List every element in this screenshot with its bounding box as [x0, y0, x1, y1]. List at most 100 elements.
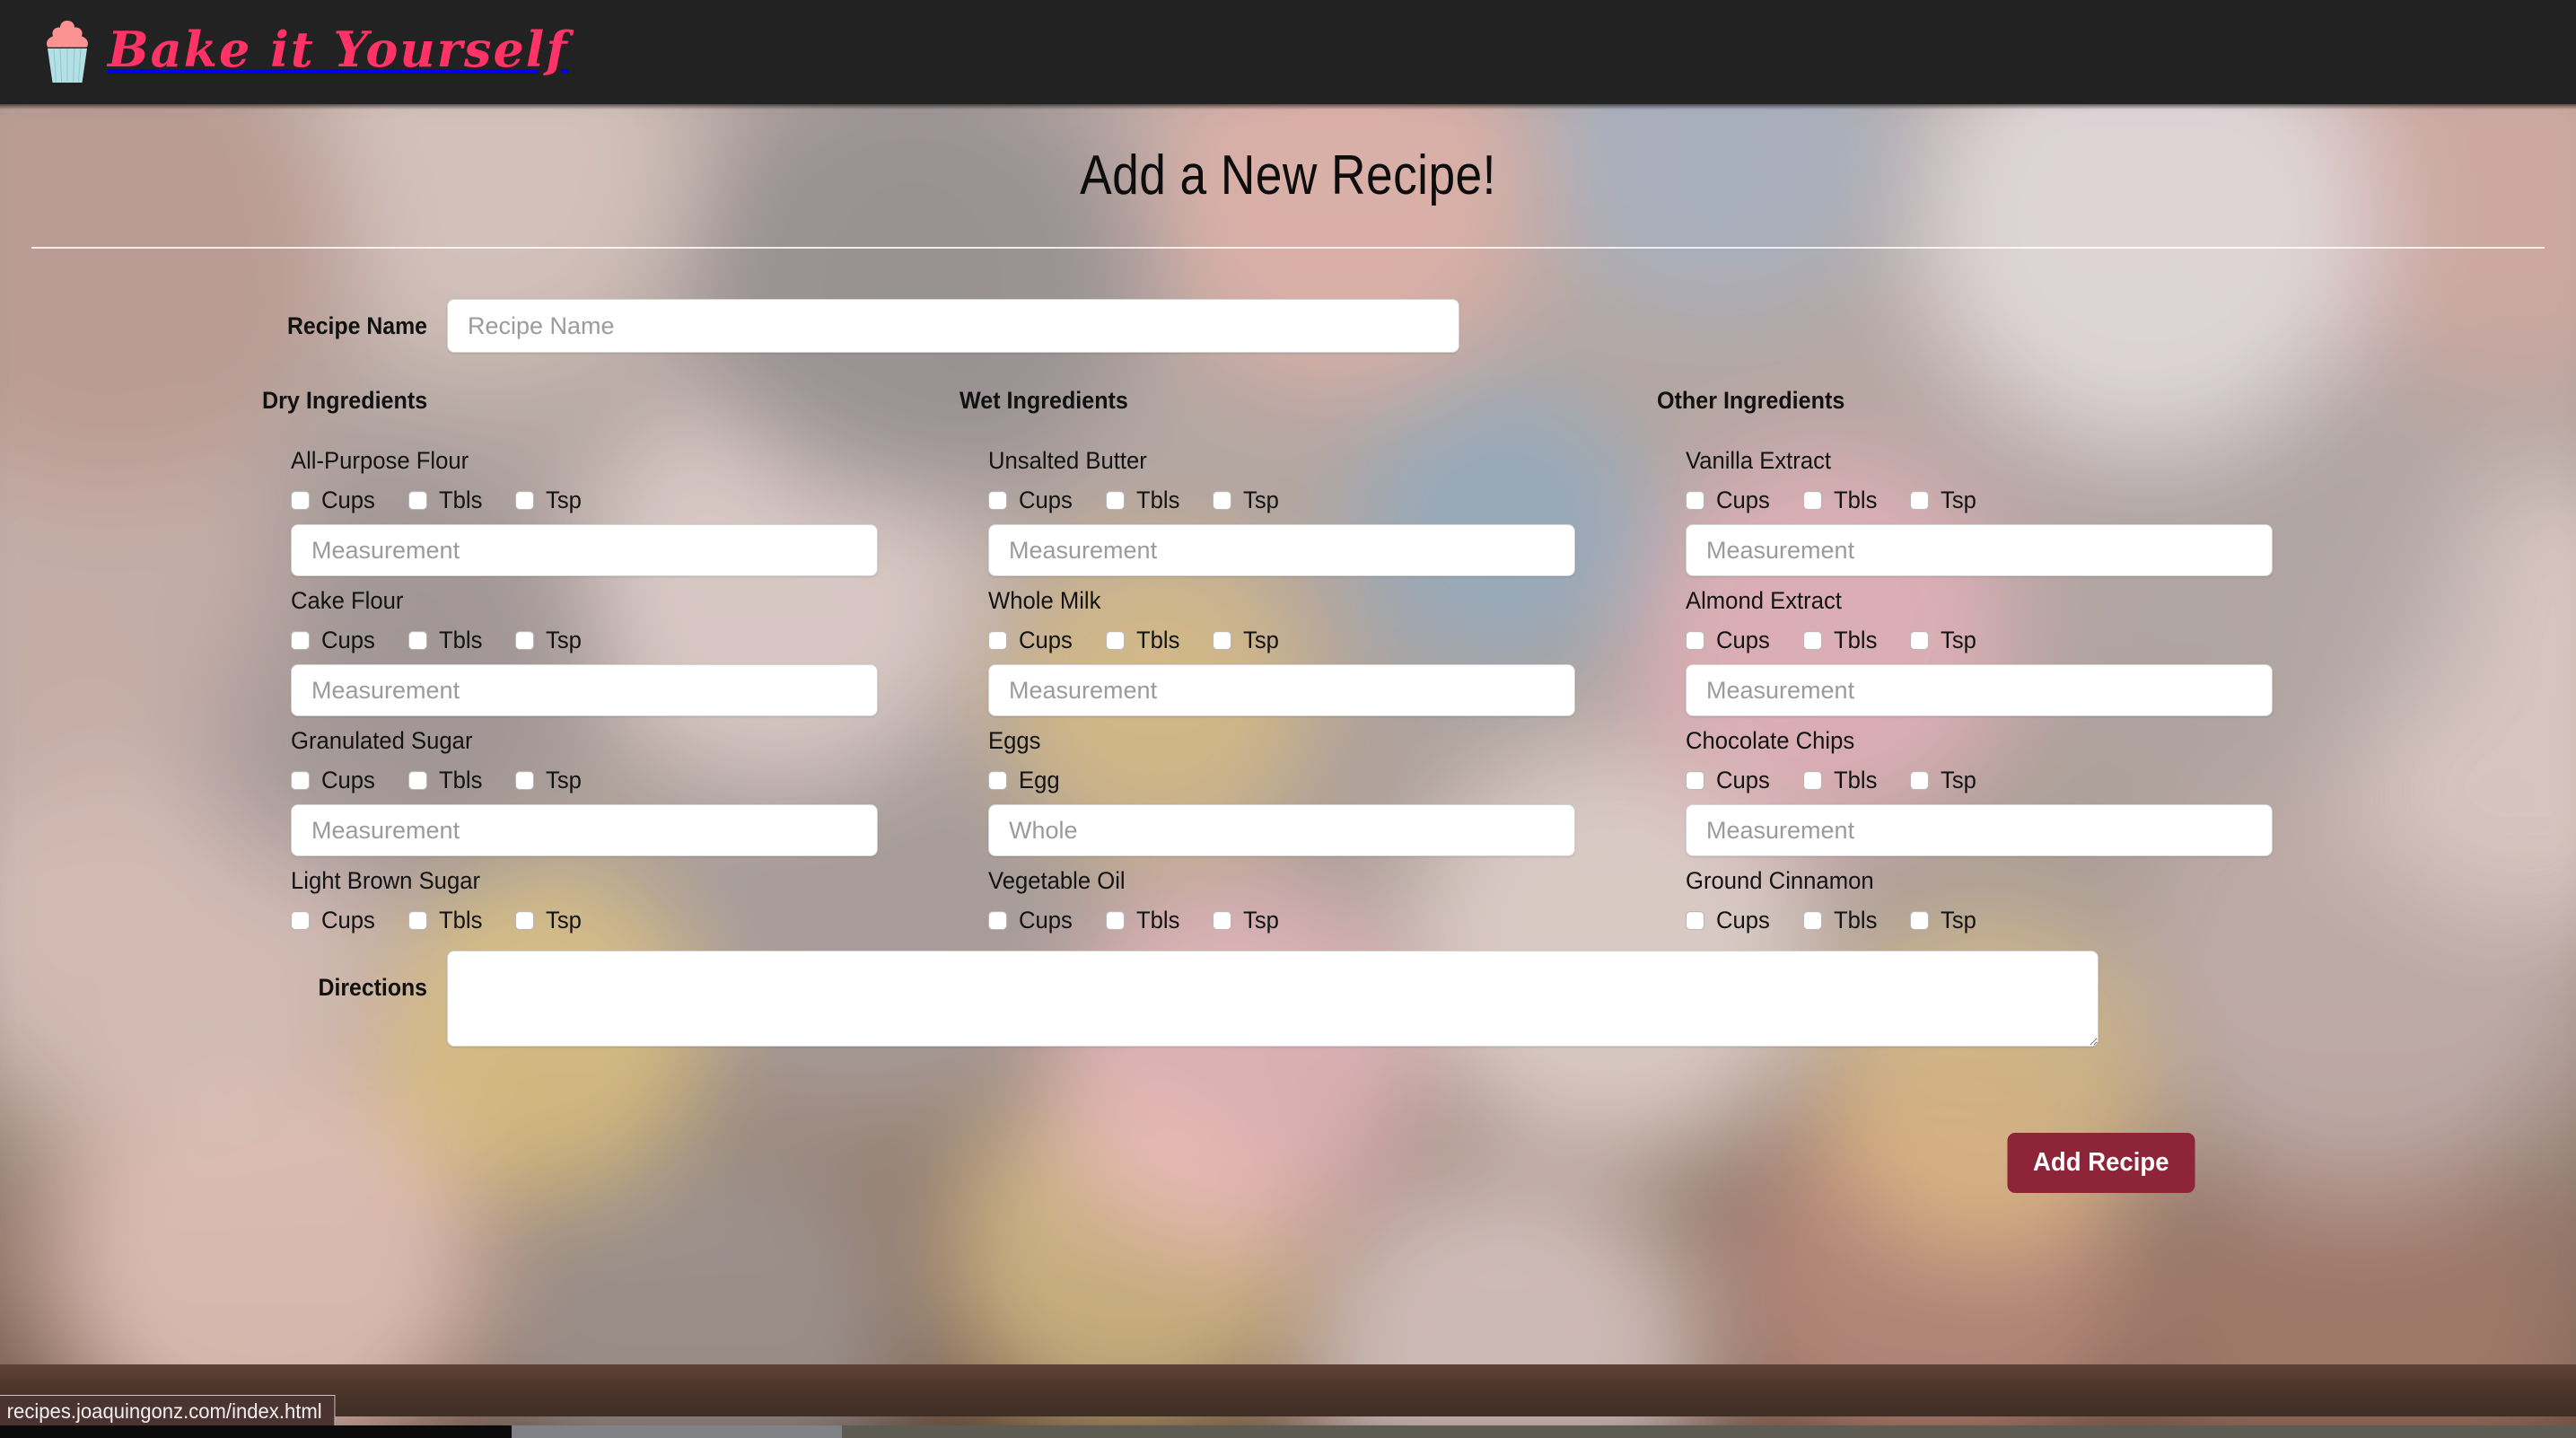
unit-checkbox[interactable] [1686, 771, 1704, 790]
unit-checkbox-label: Cups [321, 627, 375, 653]
horizontal-scrollbar[interactable] [0, 1425, 2576, 1438]
unit-checkbox-row: Cups Tbls Tsp [1686, 767, 2354, 794]
unit-checkbox[interactable] [291, 771, 310, 790]
unit-checkbox-group[interactable]: Cups [988, 487, 1075, 514]
unit-checkbox-group[interactable]: Tbls [408, 767, 485, 794]
measurement-input[interactable] [1686, 664, 2273, 716]
unit-checkbox[interactable] [988, 631, 1007, 650]
unit-checkbox-group[interactable]: Cups [291, 487, 378, 514]
directions-textarea[interactable] [447, 951, 2098, 1047]
recipe-name-input[interactable] [447, 299, 1459, 353]
unit-checkbox-group[interactable]: Tsp [1910, 767, 1978, 794]
unit-checkbox[interactable] [1803, 771, 1823, 790]
unit-checkbox-group[interactable]: Tsp [1213, 907, 1281, 934]
unit-checkbox[interactable] [988, 491, 1007, 510]
unit-checkbox[interactable] [515, 631, 535, 650]
unit-checkbox-group[interactable]: Tbls [1106, 487, 1182, 514]
unit-checkbox[interactable] [408, 771, 428, 790]
unit-checkbox-group[interactable]: Cups [988, 627, 1075, 654]
unit-checkbox[interactable] [1686, 631, 1704, 650]
unit-checkbox-label: Cups [1019, 907, 1073, 934]
unit-checkbox-group[interactable]: Cups [1686, 487, 1773, 514]
unit-checkbox[interactable] [515, 911, 535, 930]
measurement-input[interactable] [988, 664, 1575, 716]
unit-checkbox-group[interactable]: Cups [1686, 767, 1773, 794]
unit-checkbox-group[interactable]: Tbls [1803, 767, 1879, 794]
unit-checkbox-group[interactable]: Tsp [515, 907, 583, 934]
measurement-input[interactable] [1686, 524, 2273, 576]
unit-checkbox[interactable] [1213, 911, 1232, 930]
unit-checkbox[interactable] [408, 911, 428, 930]
unit-checkbox-group[interactable]: Tsp [515, 767, 583, 794]
unit-checkbox[interactable] [1910, 911, 1930, 930]
unit-checkbox-group[interactable]: Tbls [1106, 627, 1182, 654]
ingredient-name: Eggs [988, 727, 1041, 754]
unit-checkbox-group[interactable]: Cups [291, 627, 378, 654]
unit-checkbox-group[interactable]: Tbls [1803, 907, 1879, 934]
unit-checkbox-row: Cups Tbls Tsp [988, 487, 1657, 514]
add-recipe-button[interactable]: Add Recipe [2007, 1133, 2195, 1193]
unit-checkbox-label: Tsp [546, 487, 582, 513]
unit-checkbox[interactable] [1803, 631, 1823, 650]
unit-checkbox[interactable] [1803, 491, 1823, 510]
measurement-input[interactable] [291, 804, 878, 856]
unit-checkbox[interactable] [291, 631, 310, 650]
unit-checkbox-group[interactable]: Tbls [1803, 487, 1879, 514]
unit-checkbox[interactable] [1910, 631, 1930, 650]
unit-checkbox-label: Tbls [1834, 487, 1878, 513]
brand-link[interactable]: Bake it Yourself [38, 17, 569, 87]
unit-checkbox-label: Tsp [1941, 767, 1976, 794]
unit-checkbox-label: Tbls [439, 767, 483, 794]
unit-checkbox-group[interactable]: Cups [1686, 907, 1773, 934]
unit-checkbox[interactable] [1686, 911, 1704, 930]
unit-checkbox-group[interactable]: Tbls [1106, 907, 1182, 934]
unit-checkbox[interactable] [1106, 911, 1126, 930]
unit-checkbox-label: Tbls [1834, 907, 1878, 934]
unit-checkbox[interactable] [1803, 911, 1823, 930]
unit-checkbox[interactable] [1213, 491, 1232, 510]
unit-checkbox-group[interactable]: Tsp [1213, 627, 1281, 654]
unit-checkbox[interactable] [1106, 631, 1126, 650]
unit-checkbox-group[interactable]: Cups [291, 907, 378, 934]
measurement-input[interactable] [988, 524, 1575, 576]
unit-checkbox[interactable] [1213, 631, 1232, 650]
unit-checkbox[interactable] [1910, 771, 1930, 790]
unit-checkbox[interactable] [1686, 491, 1704, 510]
unit-checkbox-group[interactable]: Tbls [408, 487, 485, 514]
unit-checkbox-group[interactable]: Cups [1686, 627, 1773, 654]
measurement-input[interactable] [291, 524, 878, 576]
scrollbar-thumb[interactable] [512, 1425, 842, 1438]
unit-checkbox-row: Cups Tbls Tsp [1686, 627, 2354, 654]
ingredient-field: Eggs Egg [988, 727, 1657, 867]
unit-checkbox-group[interactable]: Tbls [408, 907, 485, 934]
unit-checkbox[interactable] [291, 491, 310, 510]
unit-checkbox-group[interactable]: Tsp [515, 627, 583, 654]
measurement-input[interactable] [1686, 804, 2273, 856]
page-title: Add a New Recipe! [1080, 145, 1496, 206]
unit-checkbox[interactable] [1910, 491, 1930, 510]
unit-checkbox-group[interactable]: Cups [988, 907, 1075, 934]
unit-checkbox-group[interactable]: Tsp [1910, 907, 1978, 934]
unit-checkbox-group[interactable]: Egg [988, 767, 1062, 794]
unit-checkbox-group[interactable]: Tsp [515, 487, 583, 514]
measurement-input[interactable] [988, 804, 1575, 856]
unit-checkbox[interactable] [988, 771, 1007, 790]
unit-checkbox[interactable] [291, 911, 310, 930]
unit-checkbox-group[interactable]: Tsp [1213, 487, 1281, 514]
unit-checkbox-group[interactable]: Tbls [1803, 627, 1879, 654]
unit-checkbox[interactable] [408, 491, 428, 510]
unit-checkbox-group[interactable]: Tsp [1910, 627, 1978, 654]
unit-checkbox-group[interactable]: Cups [291, 767, 378, 794]
ingredient-field: Ground Cinnamon Cups Tbls Tsp [1686, 867, 2354, 943]
measurement-input[interactable] [291, 664, 878, 716]
unit-checkbox[interactable] [515, 771, 535, 790]
ingredient-field: Vegetable Oil Cups Tbls Tsp [988, 867, 1657, 943]
unit-checkbox-row: Cups Tbls Tsp [291, 907, 959, 934]
unit-checkbox[interactable] [515, 491, 535, 510]
unit-checkbox-group[interactable]: Tbls [408, 627, 485, 654]
unit-checkbox-group[interactable]: Tsp [1910, 487, 1978, 514]
unit-checkbox[interactable] [988, 911, 1007, 930]
unit-checkbox[interactable] [1106, 491, 1126, 510]
unit-checkbox[interactable] [408, 631, 428, 650]
status-bar-url: recipes.joaquingonz.com/index.html [0, 1395, 336, 1427]
